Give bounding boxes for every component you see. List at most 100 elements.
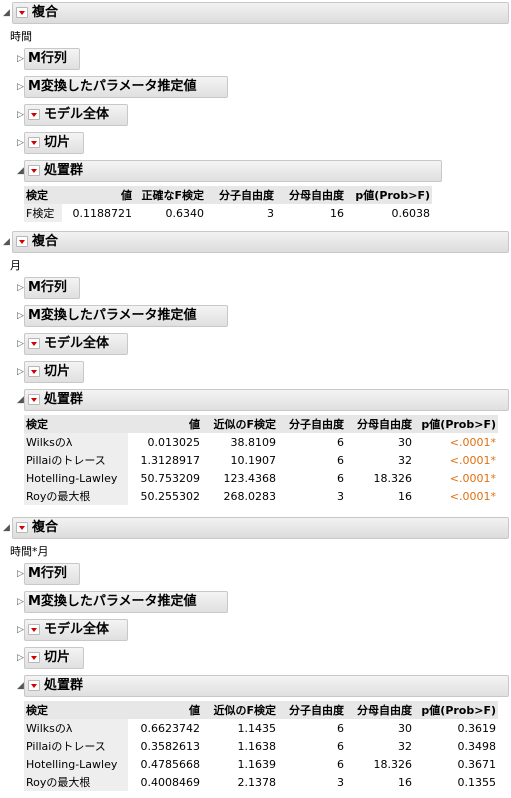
expand-icon[interactable]: ▷ — [17, 339, 24, 349]
cell: 0.6340 — [165, 206, 205, 220]
cell: Hotelling-Lawley — [24, 469, 128, 487]
treatment-box[interactable] — [24, 675, 509, 697]
cell: 0.3619 — [457, 721, 497, 735]
cell: 6 — [337, 471, 344, 485]
red-triangle-menu-icon[interactable] — [28, 394, 40, 405]
expand-icon[interactable]: ▷ — [17, 311, 24, 321]
collapse-icon[interactable]: ◢ — [17, 166, 24, 176]
table-row: F検定 0.1188721 0.6340 3 16 0.6038 — [24, 204, 432, 222]
cell: 6 — [337, 739, 344, 753]
cell: 268.0283 — [223, 489, 277, 503]
section-title: 複合 — [32, 5, 59, 20]
section-header — [12, 231, 509, 253]
cell: 0.4785668 — [140, 757, 201, 771]
cell: 123.4368 — [223, 471, 277, 485]
treatment-box[interactable] — [24, 160, 442, 182]
test-table: 検定 値 正確なF検定 分子自由度 分母自由度 p値(Prob>F) F検定 0… — [24, 186, 432, 222]
cell: 1.3128917 — [140, 453, 201, 467]
test-table: 検定 値 近似のF検定 分子自由度 分母自由度 p値(Prob>F) Wilks… — [24, 415, 498, 505]
treatment-box[interactable] — [24, 389, 509, 411]
treatment-label: 処置群 — [44, 163, 84, 178]
expand-icon[interactable]: ▷ — [17, 110, 24, 120]
red-triangle-menu-icon[interactable] — [16, 522, 28, 533]
intercept-label: 切片 — [44, 650, 71, 665]
cell: Hotelling-Lawley — [24, 755, 128, 773]
cell: 0.1355 — [457, 775, 497, 789]
cell: 50.255302 — [140, 489, 201, 503]
cell: 32 — [398, 739, 412, 753]
col-header: 近似のF検定 — [202, 415, 278, 433]
m-matrix-label: M行列 — [28, 280, 67, 295]
collapse-toggle-icon[interactable]: ◢ — [3, 237, 10, 247]
treatment-label: 処置群 — [44, 392, 84, 407]
expand-icon[interactable]: ▷ — [17, 625, 24, 635]
cell: 16 — [398, 775, 412, 789]
cell: 32 — [398, 453, 412, 467]
col-header: 検定 — [24, 415, 128, 433]
expand-icon[interactable]: ▷ — [17, 569, 24, 579]
red-triangle-menu-icon[interactable] — [28, 624, 40, 635]
m-matrix-label: M行列 — [28, 566, 67, 581]
table-header-row: 検定 値 近似のF検定 分子自由度 分母自由度 p値(Prob>F) — [24, 701, 498, 719]
red-triangle-menu-icon[interactable] — [28, 109, 40, 120]
cell: 16 — [398, 489, 412, 503]
expand-icon[interactable]: ▷ — [17, 283, 24, 293]
expand-icon[interactable]: ▷ — [17, 138, 24, 148]
red-triangle-menu-icon[interactable] — [28, 137, 40, 148]
cell: Royの最大根 — [24, 773, 128, 791]
col-header: 近似のF検定 — [202, 701, 278, 719]
m-transformed-estimates-label: M変換したパラメータ推定値 — [28, 79, 197, 94]
table-row: Wilksのλ 0.013025 38.8109 6 30 <.0001* — [24, 433, 498, 451]
m-transformed-estimates-label: M変換したパラメータ推定値 — [28, 594, 197, 609]
cell: 0.4008469 — [140, 775, 201, 789]
collapse-toggle-icon[interactable]: ◢ — [3, 523, 10, 533]
table-row: Wilksのλ 0.6623742 1.1435 6 30 0.3619 — [24, 719, 498, 737]
col-header: p値(Prob>F) — [346, 186, 432, 204]
whole-model-label: モデル全体 — [44, 107, 110, 122]
cell: 30 — [398, 435, 412, 449]
collapse-toggle-icon[interactable]: ◢ — [3, 8, 10, 18]
cell: 18.326 — [373, 757, 413, 771]
collapse-icon[interactable]: ◢ — [17, 395, 24, 405]
cell: 3 — [337, 775, 344, 789]
section-composite-time: ◢ 複合 時間 ▷ M行列 ▷ M変換したパラメータ推定値 ▷ モデル全体 ▷ … — [0, 0, 511, 230]
cell: 30 — [398, 721, 412, 735]
col-header: 検定 — [24, 186, 62, 204]
table-row: Pillaiのトレース 1.3128917 10.1907 6 32 <.000… — [24, 451, 498, 469]
test-table: 検定 値 近似のF検定 分子自由度 分母自由度 p値(Prob>F) Wilks… — [24, 701, 498, 791]
cell: Royの最大根 — [24, 487, 128, 505]
red-triangle-menu-icon[interactable] — [16, 7, 28, 18]
expand-icon[interactable]: ▷ — [17, 54, 24, 64]
col-header: 分母自由度 — [346, 701, 414, 719]
section-header — [12, 2, 509, 24]
cell: 16 — [330, 206, 344, 220]
expand-icon[interactable]: ▷ — [17, 597, 24, 607]
expand-icon[interactable]: ▷ — [17, 82, 24, 92]
red-triangle-menu-icon[interactable] — [16, 236, 28, 247]
table-row: Hotelling-Lawley 50.753209 123.4368 6 18… — [24, 469, 498, 487]
cell: 0.1188721 — [72, 206, 133, 220]
cell: <.0001* — [449, 489, 496, 503]
cell: 6 — [337, 435, 344, 449]
whole-model-label: モデル全体 — [44, 336, 110, 351]
red-triangle-menu-icon[interactable] — [28, 366, 40, 377]
col-header: 分子自由度 — [206, 186, 276, 204]
red-triangle-menu-icon[interactable] — [28, 165, 40, 176]
expand-icon[interactable]: ▷ — [17, 653, 24, 663]
col-header: 検定 — [24, 701, 128, 719]
cell: Wilksのλ — [24, 433, 128, 451]
table-header-row: 検定 値 正確なF検定 分子自由度 分母自由度 p値(Prob>F) — [24, 186, 432, 204]
cell: 50.753209 — [140, 471, 201, 485]
section-title: 複合 — [32, 234, 59, 249]
cell: 1.1638 — [237, 739, 277, 753]
cell: 18.326 — [373, 471, 413, 485]
table-row: Royの最大根 0.4008469 2.1378 3 16 0.1355 — [24, 773, 498, 791]
expand-icon[interactable]: ▷ — [17, 367, 24, 377]
red-triangle-menu-icon[interactable] — [28, 680, 40, 691]
red-triangle-menu-icon[interactable] — [28, 338, 40, 349]
col-header: 値 — [128, 415, 202, 433]
cell: 6 — [337, 757, 344, 771]
red-triangle-menu-icon[interactable] — [28, 652, 40, 663]
collapse-icon[interactable]: ◢ — [17, 681, 24, 691]
cell: 0.6038 — [391, 206, 431, 220]
